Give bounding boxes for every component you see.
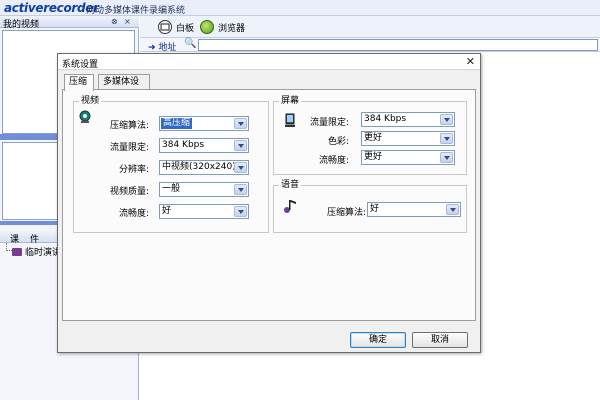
compression-algorithm-label: 压缩算法: xyxy=(109,121,149,131)
select-value: 更好 xyxy=(364,152,383,162)
video-panel-header: 我的视频 ⊗ × xyxy=(0,16,139,30)
app-logo: activerecorder xyxy=(4,1,99,15)
chevron-down-icon[interactable] xyxy=(234,206,247,217)
select-value: 好 xyxy=(370,204,380,214)
chevron-down-icon[interactable] xyxy=(234,184,247,195)
chevron-down-icon[interactable] xyxy=(440,133,453,144)
compression-tab-panel: 视频 压缩算法: 高压缩 流量限定: 384 Kbps 分辨率: 中视频(320… xyxy=(62,89,476,321)
globe-icon xyxy=(200,20,214,34)
close-icon[interactable]: ✕ xyxy=(466,55,475,68)
select-value: 一般 xyxy=(162,184,181,194)
video-group-title: 视频 xyxy=(79,96,102,106)
screen-color-label: 色彩: xyxy=(327,137,349,147)
select-value: 高压缩 xyxy=(161,118,193,129)
chevron-down-icon[interactable] xyxy=(234,118,247,129)
system-settings-dialog: 系统设置 ✕ 压缩 多媒体设备 视频 压缩算法: 高压缩 流量限定: 384 K… xyxy=(57,53,481,353)
screen-group: 屏幕 流量限定: 384 Kbps 色彩: 更好 流畅度: 更好 xyxy=(273,96,467,175)
pin-icon[interactable]: ⊗ xyxy=(111,17,118,27)
tab-compression[interactable]: 压缩 xyxy=(64,74,94,91)
screen-smoothness-select[interactable]: 更好 xyxy=(361,150,455,165)
address-bar: ➜ 地址 🔍 xyxy=(140,38,600,53)
select-value: 384 Kbps xyxy=(364,114,407,124)
chevron-down-icon[interactable] xyxy=(440,152,453,163)
video-group: 视频 压缩算法: 高压缩 流量限定: 384 Kbps 分辨率: 中视频(320… xyxy=(73,96,269,233)
screen-smoothness-label: 流畅度: xyxy=(318,156,349,166)
screen-bandwidth-limit-label: 流量限定: xyxy=(309,118,349,128)
close-icon[interactable]: × xyxy=(124,17,131,27)
audio-group-title: 语音 xyxy=(279,180,302,190)
audio-compression-algorithm-select[interactable]: 好 xyxy=(367,202,461,217)
main-toolbar: 白板 浏览器 xyxy=(140,16,600,38)
search-icon[interactable]: 🔍 xyxy=(184,38,196,49)
course-header-char: 件 xyxy=(30,235,40,245)
arrow-icon: ➜ xyxy=(148,43,156,53)
address-label: ➜ 地址 xyxy=(148,43,177,53)
music-note-icon xyxy=(282,198,298,213)
app-titlebar: activerecorder 网动多媒体课件录编系统 xyxy=(0,0,600,16)
video-quality-select[interactable]: 一般 xyxy=(159,182,249,197)
select-value: 更好 xyxy=(364,133,383,143)
chevron-down-icon[interactable] xyxy=(234,162,247,173)
resolution-label: 分辨率: xyxy=(118,165,149,175)
course-item[interactable]: 临时演讲 xyxy=(12,245,61,258)
bandwidth-limit-label: 流量限定: xyxy=(109,143,149,153)
video-compression-algorithm-select[interactable]: 高压缩 xyxy=(159,116,249,131)
video-smoothness-select[interactable]: 好 xyxy=(159,204,249,219)
tab-multimedia-devices[interactable]: 多媒体设备 xyxy=(98,74,150,101)
video-bandwidth-limit-select[interactable]: 384 Kbps xyxy=(159,138,249,153)
camera-icon xyxy=(77,110,93,124)
address-input[interactable] xyxy=(198,39,598,51)
course-item-label: 临时演讲 xyxy=(25,248,62,258)
screen-color-select[interactable]: 更好 xyxy=(361,131,455,146)
chevron-down-icon[interactable] xyxy=(440,114,453,125)
screen-bandwidth-limit-select[interactable]: 384 Kbps xyxy=(361,112,455,127)
dialog-titlebar: 系统设置 ✕ xyxy=(58,54,480,70)
cancel-button[interactable]: 取消 xyxy=(412,332,468,348)
browser-label: 浏览器 xyxy=(218,23,246,34)
browser-button[interactable]: 浏览器 xyxy=(200,19,245,35)
video-quality-label: 视频质量: xyxy=(109,187,149,197)
video-panel-title: 我的视频 xyxy=(3,20,40,30)
app-title: 网动多媒体课件录编系统 xyxy=(86,6,186,16)
select-value: 384 Kbps xyxy=(162,140,205,150)
whiteboard-button[interactable]: 白板 xyxy=(158,19,194,35)
screen-group-title: 屏幕 xyxy=(279,96,302,106)
smoothness-label: 流畅度: xyxy=(118,209,149,219)
video-resolution-select[interactable]: 中视频(320x240) xyxy=(159,160,249,175)
ok-button[interactable]: 确定 xyxy=(350,332,406,348)
monitor-icon xyxy=(282,113,298,127)
select-value: 中视频(320x240) xyxy=(162,162,236,172)
audio-compression-algorithm-label: 压缩算法: xyxy=(326,208,366,218)
dialog-title: 系统设置 xyxy=(62,60,99,70)
book-icon xyxy=(12,248,22,256)
chevron-down-icon[interactable] xyxy=(446,204,459,215)
select-value: 好 xyxy=(162,206,172,216)
audio-group: 语音 压缩算法: 好 xyxy=(273,180,467,233)
whiteboard-label: 白板 xyxy=(176,23,195,34)
chevron-down-icon[interactable] xyxy=(234,140,247,151)
whiteboard-icon xyxy=(158,20,172,34)
